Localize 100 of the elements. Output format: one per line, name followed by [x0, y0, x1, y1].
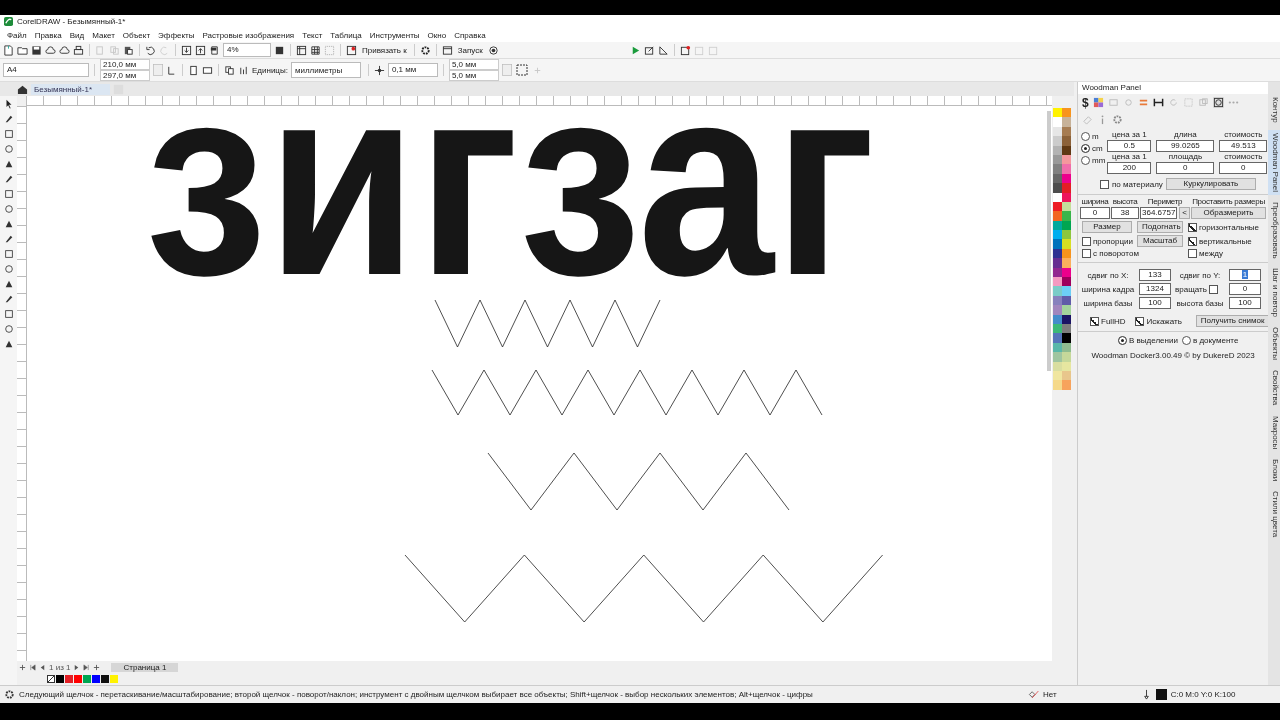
docker-tab[interactable]: Блоки	[1268, 455, 1280, 485]
zoom-field[interactable]: 4%	[223, 43, 271, 57]
menu-item[interactable]: Инструменты	[365, 30, 424, 40]
duplicate-y-field[interactable]: 5,0 мм	[448, 70, 499, 81]
color-swatch[interactable]	[1062, 295, 1071, 306]
color-swatch[interactable]	[1062, 248, 1071, 259]
menu-item[interactable]: Объект	[118, 30, 155, 40]
color-swatch[interactable]	[1053, 258, 1062, 268]
radio-button[interactable]	[1081, 132, 1090, 141]
document-tab[interactable]: Безымянный-1*	[31, 83, 111, 95]
landscape-icon[interactable]	[202, 64, 213, 76]
color-swatch[interactable]	[1053, 314, 1062, 324]
input-field[interactable]: 38	[1111, 207, 1139, 219]
color-swatch[interactable]	[1062, 211, 1071, 221]
units-dropdown[interactable]: миллиметры	[290, 62, 361, 78]
triangle-ruler-icon[interactable]	[657, 44, 669, 56]
color-swatch[interactable]	[1062, 126, 1071, 137]
input-field[interactable]: 0	[1229, 283, 1261, 295]
camera-lens-icon[interactable]	[1212, 97, 1224, 108]
docker-tab[interactable]: Шаг и повтор	[1268, 265, 1280, 321]
menu-item[interactable]: Макет	[88, 30, 119, 40]
all-pages-icon[interactable]	[224, 64, 235, 76]
color-swatch[interactable]	[1053, 277, 1062, 287]
color-swatch[interactable]	[1053, 126, 1062, 137]
color-swatch[interactable]	[1062, 192, 1071, 202]
input-field[interactable]: 0	[1080, 207, 1110, 219]
color-swatch[interactable]	[1053, 239, 1062, 249]
settings-icon[interactable]	[419, 44, 431, 56]
gear-icon[interactable]	[4, 689, 15, 700]
color-swatch[interactable]	[1053, 352, 1062, 362]
color-swatch[interactable]	[1053, 154, 1062, 165]
color-swatch[interactable]	[1062, 183, 1071, 193]
color-swatch[interactable]	[1053, 324, 1062, 334]
folder-icon[interactable]	[17, 44, 28, 56]
docker-tab[interactable]: Объекты	[1268, 324, 1280, 364]
cloud-icon[interactable]	[59, 44, 70, 56]
window-icon[interactable]	[441, 44, 453, 56]
import-icon[interactable]	[181, 44, 192, 56]
color-swatch[interactable]	[1053, 211, 1062, 221]
input-field[interactable]: 0	[1156, 162, 1215, 174]
color-swatch[interactable]	[1062, 117, 1071, 127]
color-swatch[interactable]	[1062, 258, 1071, 268]
input-field[interactable]: 200	[1107, 162, 1152, 174]
color-swatch[interactable]	[1053, 286, 1062, 296]
color-swatch[interactable]	[1062, 136, 1071, 146]
next-page-icon[interactable]	[73, 663, 81, 671]
color-swatch[interactable]	[1062, 361, 1071, 371]
record-icon[interactable]	[487, 44, 499, 56]
input-field[interactable]: 0.5	[1107, 140, 1152, 152]
docker-tab[interactable]: Woodman Panel	[1268, 129, 1280, 195]
color-swatch[interactable]	[1062, 305, 1071, 315]
color-swatch[interactable]	[1053, 220, 1062, 231]
undo-icon[interactable]	[145, 44, 156, 56]
scroll-bar[interactable]	[1047, 111, 1051, 371]
print-icon[interactable]	[73, 44, 84, 56]
color-swatch[interactable]	[1062, 201, 1071, 212]
cloud-icon[interactable]	[45, 44, 56, 56]
polygon-tool-icon[interactable]	[3, 219, 14, 229]
color-swatch[interactable]	[92, 675, 100, 683]
color-swatch[interactable]	[1053, 136, 1062, 146]
size-button[interactable]: Размер	[1082, 221, 1132, 233]
color-swatch[interactable]	[1053, 164, 1062, 174]
radio-button[interactable]	[1081, 144, 1090, 153]
color-swatch[interactable]	[1062, 239, 1071, 249]
color-swatch[interactable]	[1062, 230, 1071, 240]
color-swatch[interactable]	[83, 675, 91, 683]
input-field[interactable]: 1324	[1139, 283, 1171, 295]
color-swatch[interactable]	[1053, 248, 1062, 259]
menu-item[interactable]: Эффекты	[154, 30, 199, 40]
docker-tab[interactable]: Стили цвета	[1268, 488, 1280, 541]
color-swatch[interactable]	[1062, 342, 1071, 353]
docker-tab[interactable]: Преобразовать	[1268, 198, 1280, 262]
dimension-icon[interactable]	[1152, 97, 1164, 108]
dimension-button[interactable]: Образмерить	[1191, 207, 1266, 219]
color-swatch[interactable]	[1053, 201, 1062, 212]
ellipse-tool-icon[interactable]	[3, 204, 14, 214]
scale-button[interactable]: Масштаб	[1137, 235, 1183, 247]
checkbox[interactable]	[1082, 236, 1091, 246]
color-swatch[interactable]	[56, 675, 64, 683]
input-field[interactable]: 100	[1139, 297, 1171, 309]
color-squares-icon[interactable]	[1092, 97, 1104, 108]
input-field[interactable]: 99.0265	[1156, 140, 1215, 152]
color-swatch[interactable]	[1053, 380, 1062, 390]
color-swatch[interactable]	[1062, 286, 1071, 296]
menu-item[interactable]: Текст	[298, 30, 327, 40]
radio-button[interactable]	[1181, 336, 1191, 345]
no-color-icon[interactable]	[47, 675, 55, 683]
save-icon[interactable]	[31, 44, 42, 56]
radio-button[interactable]	[1118, 336, 1127, 345]
input-field[interactable]: 1	[1229, 269, 1261, 281]
home-icon[interactable]	[17, 83, 28, 95]
color-swatch[interactable]	[1062, 173, 1071, 184]
export-icon[interactable]	[195, 44, 206, 56]
new-document-icon[interactable]	[3, 44, 14, 56]
color-swatch[interactable]	[1053, 305, 1062, 315]
color-swatch[interactable]	[1062, 145, 1071, 155]
color-swatch[interactable]	[1062, 277, 1071, 287]
color-swatch[interactable]	[1053, 230, 1062, 240]
back-button[interactable]: <	[1179, 207, 1190, 219]
color-swatch[interactable]	[1062, 324, 1071, 334]
